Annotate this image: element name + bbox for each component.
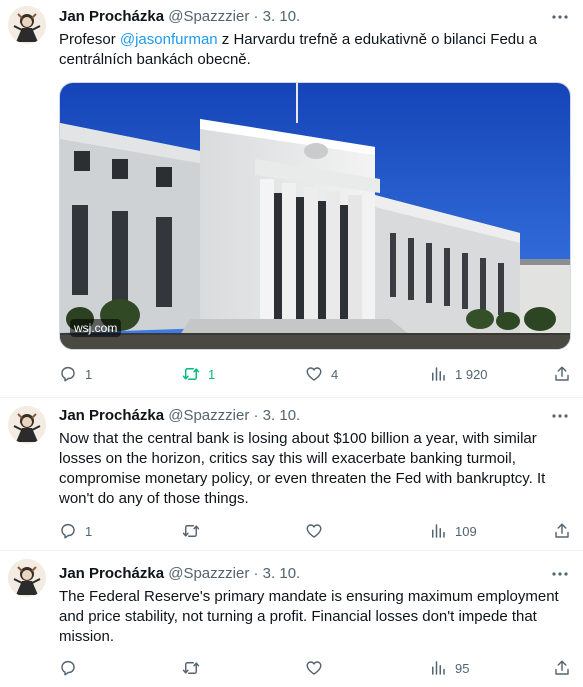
more-icon[interactable] [550,406,570,426]
more-icon[interactable] [550,564,570,584]
views-icon [429,522,447,540]
more-icon[interactable] [550,7,570,27]
repost-button[interactable]: 1 [182,364,215,384]
share-button[interactable] [553,658,571,678]
text-segment: Profesor [59,31,120,48]
tweet-actions: 1 109 [59,521,571,541]
federal-reserve-building-image [60,83,570,349]
tweet-actions: 95 [59,658,571,678]
separator-dot: · [253,407,259,424]
tweet[interactable]: Jan Procházka @Spazzzier · 3. 10. Profes… [0,0,583,398]
tweet-text: Now that the central bank is losing abou… [59,430,546,507]
repost-button[interactable] [182,521,200,541]
tweet-date[interactable]: 3. 10. [263,407,301,424]
like-button[interactable] [305,658,323,678]
reply-icon [59,365,77,383]
tweet-actions: 1 1 4 1 920 [59,364,571,384]
like-button[interactable]: 4 [305,364,338,384]
views-button[interactable]: 1 920 [429,364,488,384]
share-icon [553,522,571,540]
tweet-date[interactable]: 3. 10. [263,8,301,25]
reply-button[interactable]: 1 [59,364,92,384]
tweet-date[interactable]: 3. 10. [263,565,301,582]
separator-dot: · [253,8,259,25]
reply-button[interactable]: 1 [59,521,92,541]
mention-link[interactable]: @jasonfurman [120,31,218,48]
like-icon [305,522,323,540]
media-image[interactable]: wsj.com [59,82,571,350]
tweet[interactable]: Jan Procházka @Spazzzier · 3. 10. Now th… [0,398,583,550]
share-icon [553,365,571,383]
share-button[interactable] [553,364,571,384]
avatar[interactable] [8,6,46,44]
views-count: 109 [455,523,477,539]
tweet-header: Jan Procházka @Spazzzier · 3. 10. [59,564,300,584]
avatar[interactable] [8,559,46,597]
author-handle[interactable]: @Spazzzier [168,407,249,424]
separator-dot: · [253,565,259,582]
tweet-header: Jan Procházka @Spazzzier · 3. 10. [59,406,300,426]
tweet-text: Profesor @jasonfurman z Harvardu trefně … [59,30,571,70]
views-icon [429,659,447,677]
views-button[interactable]: 95 [429,658,469,678]
reply-count: 1 [85,366,93,382]
views-button[interactable]: 109 [429,521,477,541]
reply-icon [59,659,77,677]
views-count: 95 [455,660,470,676]
share-icon [553,659,571,677]
repost-icon [182,365,200,383]
like-icon [305,365,323,383]
tweet-text: The Federal Reserve's primary mandate is… [59,588,559,645]
media-source-badge: wsj.com [70,319,122,337]
author-name[interactable]: Jan Procházka [59,8,164,25]
views-count: 1 920 [455,366,488,382]
author-handle[interactable]: @Spazzzier [168,565,249,582]
reply-count: 1 [85,523,93,539]
repost-icon [182,659,200,677]
avatar[interactable] [8,406,46,444]
tweet-header: Jan Procházka @Spazzzier · 3. 10. [59,7,300,27]
like-icon [305,659,323,677]
like-count: 4 [331,366,339,382]
share-button[interactable] [553,521,571,541]
tweet[interactable]: Jan Procházka @Spazzzier · 3. 10. The Fe… [0,551,583,687]
reply-icon [59,522,77,540]
repost-icon [182,522,200,540]
author-name[interactable]: Jan Procházka [59,565,164,582]
views-icon [429,365,447,383]
reply-button[interactable] [59,658,77,678]
repost-count: 1 [208,366,216,382]
like-button[interactable] [305,521,323,541]
author-handle[interactable]: @Spazzzier [168,8,249,25]
author-name[interactable]: Jan Procházka [59,407,164,424]
repost-button[interactable] [182,658,200,678]
